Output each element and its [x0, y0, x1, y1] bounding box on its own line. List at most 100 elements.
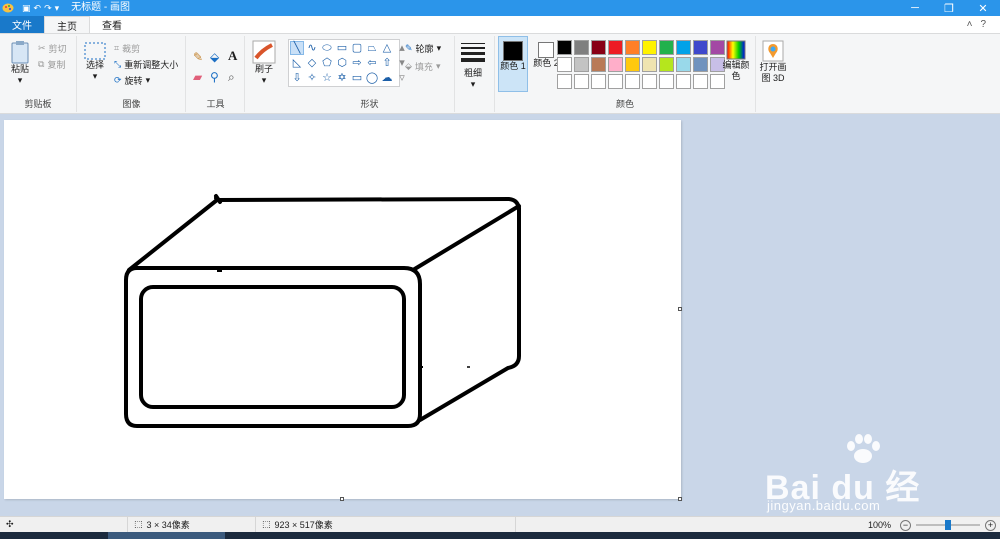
five-point-star-shape-icon[interactable]: ☆	[320, 71, 334, 85]
palette-swatch[interactable]	[676, 74, 691, 89]
palette-swatch[interactable]	[557, 40, 572, 55]
palette-swatch[interactable]	[574, 74, 589, 89]
fill-button[interactable]: ⬙ 填充 ▾	[405, 60, 440, 73]
rectangle-shape-icon[interactable]: ▭	[335, 41, 349, 55]
color-picker-icon[interactable]: ⚲	[210, 70, 219, 84]
zoom-in-icon[interactable]: +	[985, 519, 996, 531]
text-tool-icon[interactable]: A	[228, 48, 237, 64]
zoom-slider-thumb[interactable]	[945, 520, 951, 530]
palette-swatch[interactable]	[591, 57, 606, 72]
save-icon[interactable]: ▣	[22, 0, 31, 16]
crop-button[interactable]: ⌗ 裁剪	[114, 42, 140, 55]
palette-swatch[interactable]	[693, 57, 708, 72]
zoom-slider[interactable]	[916, 517, 980, 533]
four-point-star-shape-icon[interactable]: ✧	[305, 71, 319, 85]
palette-swatch[interactable]	[659, 57, 674, 72]
pencil-icon[interactable]: ✎	[193, 50, 203, 64]
shapes-more-icon[interactable]: ▿	[395, 71, 409, 85]
palette-swatch[interactable]	[591, 40, 606, 55]
palette-swatch[interactable]	[642, 74, 657, 89]
redo-icon[interactable]: ↷	[44, 0, 52, 16]
six-point-star-shape-icon[interactable]: ✡	[335, 71, 349, 85]
customize-qat-icon[interactable]: ▾	[55, 0, 60, 16]
drawing-canvas[interactable]	[4, 120, 681, 499]
tab-file[interactable]: 文件	[0, 16, 44, 33]
palette-swatch[interactable]	[608, 74, 623, 89]
triangle-shape-icon[interactable]: △	[380, 41, 394, 55]
resize-handle-bottom[interactable]	[340, 497, 344, 501]
color1-button[interactable]: 颜色 1	[498, 36, 528, 92]
palette-swatch[interactable]	[574, 40, 589, 55]
rotate-button[interactable]: ⟳ 旋转 ▾	[114, 74, 150, 87]
resize-button[interactable]: ⤡ 重新调整大小	[114, 58, 178, 71]
palette-swatch[interactable]	[574, 57, 589, 72]
cut-button[interactable]: ✂ 剪切	[38, 42, 67, 55]
selection-icon: ⬚	[134, 519, 143, 529]
hexagon-shape-icon[interactable]: ⬡	[335, 56, 349, 70]
right-arrow-shape-icon[interactable]: ⇨	[350, 56, 364, 70]
cloud-callout-shape-icon[interactable]: ☁	[380, 71, 394, 85]
palette-swatch[interactable]	[625, 74, 640, 89]
line-shape-icon[interactable]: ╲	[290, 41, 304, 55]
open-paint3d-button[interactable]: 打开画图 3D	[758, 40, 788, 84]
shapes-group: ╲ ∿ ⬭ ▭ ▢ ⏢ △ ▴ ◺ ◇ ⬠ ⬡ ⇨ ⇦ ⇧ ▾ ⇩ ✧ ☆ ✡ …	[285, 36, 455, 112]
palette-swatch[interactable]	[642, 57, 657, 72]
palette-swatch[interactable]	[608, 40, 623, 55]
zoom-out-icon[interactable]: −	[900, 519, 911, 531]
palette-swatch[interactable]	[642, 40, 657, 55]
help-icon[interactable]: ?	[980, 19, 986, 30]
move-cursor-icon: ✣	[6, 519, 14, 529]
down-arrow-shape-icon[interactable]: ⇩	[290, 71, 304, 85]
rounded-rectangle-shape-icon[interactable]: ▢	[350, 41, 364, 55]
right-triangle-shape-icon[interactable]: ◺	[290, 56, 304, 70]
taskbar-active-app[interactable]	[108, 532, 225, 539]
palette-swatch[interactable]	[557, 57, 572, 72]
palette-swatch[interactable]	[676, 57, 691, 72]
edit-colors-button[interactable]: 编辑颜色	[720, 40, 752, 82]
palette-swatch[interactable]	[625, 40, 640, 55]
palette-swatch[interactable]	[659, 74, 674, 89]
palette-swatch[interactable]	[608, 57, 623, 72]
tab-view[interactable]: 查看	[90, 16, 134, 33]
palette-swatch[interactable]	[693, 40, 708, 55]
left-arrow-shape-icon[interactable]: ⇦	[365, 56, 379, 70]
palette-swatch[interactable]	[591, 74, 606, 89]
collapse-ribbon-icon[interactable]: ˄	[967, 19, 973, 30]
size-button[interactable]: 粗细 ▾	[458, 42, 488, 90]
palette-swatch[interactable]	[676, 40, 691, 55]
resize-handle-corner[interactable]	[678, 497, 682, 501]
magnifier-icon[interactable]: ⌕	[228, 70, 235, 85]
curve-shape-icon[interactable]: ∿	[305, 41, 319, 55]
paste-button[interactable]: 粘贴 ▾	[6, 40, 34, 86]
close-icon[interactable]: ✕	[966, 0, 1000, 16]
resize-icon: ⤡	[114, 59, 122, 69]
palette-swatch[interactable]	[659, 40, 674, 55]
chevron-down-icon: ▾	[92, 71, 98, 81]
select-rect-icon	[84, 42, 106, 60]
app-icon[interactable]	[0, 0, 16, 16]
palette-swatch[interactable]	[625, 57, 640, 72]
pentagon-shape-icon[interactable]: ⬠	[320, 56, 334, 70]
oval-callout-shape-icon[interactable]: ◯	[365, 71, 379, 85]
eraser-icon[interactable]: ▰	[193, 70, 202, 84]
color2-swatch	[538, 42, 554, 58]
diamond-shape-icon[interactable]: ◇	[305, 56, 319, 70]
select-button[interactable]: 选择 ▾	[82, 42, 108, 82]
polygon-shape-icon[interactable]: ⏢	[365, 41, 379, 55]
restore-icon[interactable]: ❐	[932, 0, 966, 16]
quick-access-toolbar: ▣ ↶ ↷ ▾	[22, 0, 59, 16]
rect-callout-shape-icon[interactable]: ▭	[350, 71, 364, 85]
minimize-icon[interactable]: ─	[898, 0, 932, 16]
fill-bucket-icon[interactable]: ⬙	[210, 50, 219, 64]
oval-shape-icon[interactable]: ⬭	[320, 41, 334, 55]
copy-button[interactable]: ⧉ 复制	[38, 58, 65, 71]
outline-button[interactable]: ✎ 轮廓 ▾	[405, 42, 441, 55]
up-arrow-shape-icon[interactable]: ⇧	[380, 56, 394, 70]
undo-icon[interactable]: ↶	[34, 0, 42, 16]
palette-swatch[interactable]	[693, 74, 708, 89]
brushes-button[interactable]: 刷子 ▾	[250, 40, 278, 86]
tab-home[interactable]: 主页	[44, 16, 90, 33]
palette-swatch[interactable]	[557, 74, 572, 89]
resize-handle-right[interactable]	[678, 307, 682, 311]
line-width-icon	[461, 43, 485, 62]
